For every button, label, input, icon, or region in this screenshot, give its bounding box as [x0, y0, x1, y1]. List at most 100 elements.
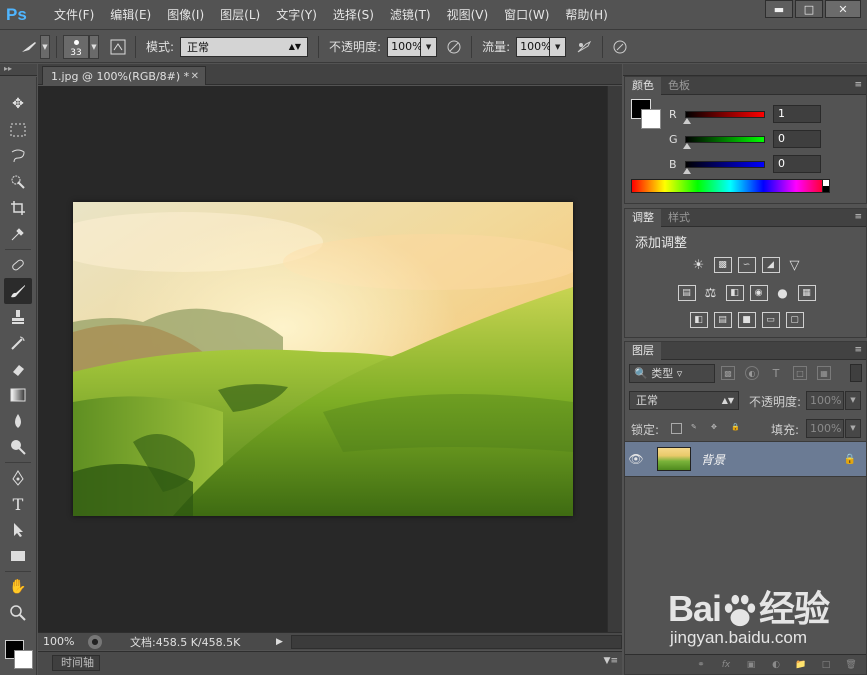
layer-name[interactable]: 背景: [701, 451, 725, 468]
color-balance-icon[interactable]: ⚖: [702, 285, 720, 301]
filter-adjustment-icon[interactable]: ◐: [745, 366, 759, 380]
zoom-level[interactable]: 100%: [38, 635, 88, 648]
blue-slider[interactable]: [683, 160, 765, 174]
menu-layer[interactable]: 图层(L): [212, 0, 268, 30]
filter-pixel-icon[interactable]: ▩: [721, 366, 735, 380]
close-icon[interactable]: ✕: [825, 0, 861, 18]
color-panel-menu-icon[interactable]: ≡: [854, 80, 862, 90]
posterize-icon[interactable]: ▤: [713, 312, 732, 328]
brush-picker-dropdown-icon[interactable]: ▼: [89, 34, 99, 59]
lock-pixels-icon[interactable]: ✎: [691, 423, 702, 434]
path-selection-tool-icon[interactable]: [4, 517, 32, 543]
layer-style-icon[interactable]: fx: [719, 659, 733, 671]
rectangle-tool-icon[interactable]: [4, 543, 32, 569]
eraser-tool-icon[interactable]: [4, 356, 32, 382]
link-layers-icon[interactable]: ⚭: [694, 659, 708, 671]
maximize-icon[interactable]: □: [795, 0, 823, 18]
quick-selection-tool-icon[interactable]: [4, 169, 32, 195]
menu-type[interactable]: 文字(Y): [268, 0, 325, 30]
minimize-icon[interactable]: ▬: [765, 0, 793, 18]
vibrance-icon[interactable]: ▽: [786, 257, 804, 273]
opacity-dropdown-icon[interactable]: ▼: [421, 36, 438, 57]
toolbox-header[interactable]: ▸▸: [0, 64, 37, 76]
horizontal-scrollbar[interactable]: [290, 634, 622, 649]
lock-transparent-icon[interactable]: [671, 423, 682, 434]
fill-field[interactable]: 100%: [806, 419, 844, 438]
close-tab-icon[interactable]: ✕: [191, 71, 199, 82]
layer-row-background[interactable]: 👁 背景 🔒: [625, 441, 866, 477]
document-image[interactable]: [73, 202, 573, 516]
timeline-menu-icon[interactable]: ▼≡: [604, 656, 618, 666]
tab-layers[interactable]: 图层: [625, 342, 661, 360]
history-brush-tool-icon[interactable]: [4, 330, 32, 356]
green-slider-thumb[interactable]: [683, 142, 691, 149]
brush-panel-toggle-icon[interactable]: [107, 36, 129, 58]
background-color-swatch[interactable]: [14, 650, 33, 669]
menu-filter[interactable]: 滤镜(T): [382, 0, 439, 30]
filter-shape-icon[interactable]: □: [793, 366, 807, 380]
tab-adjustments[interactable]: 调整: [625, 209, 661, 227]
curves-icon[interactable]: ∽: [737, 257, 756, 273]
filter-type-icon[interactable]: T: [769, 366, 783, 380]
eyedropper-tool-icon[interactable]: [4, 221, 32, 247]
color-spectrum-bar[interactable]: [631, 179, 830, 193]
channel-mixer-icon[interactable]: ●: [774, 285, 792, 301]
lasso-tool-icon[interactable]: [4, 143, 32, 169]
gradient-tool-icon[interactable]: [4, 382, 32, 408]
layers-panel-menu-icon[interactable]: ≡: [854, 345, 862, 355]
exposure-icon[interactable]: ◢: [761, 257, 780, 273]
status-menu-arrow-icon[interactable]: ▶: [276, 637, 283, 647]
blue-value-field[interactable]: 0: [773, 155, 821, 173]
brush-tool-icon[interactable]: [4, 278, 32, 304]
blue-slider-thumb[interactable]: [683, 167, 691, 174]
layer-filter-select[interactable]: 🔍 类型 ▿: [629, 364, 715, 383]
adjustments-panel-menu-icon[interactable]: ≡: [854, 212, 862, 222]
panel-background-swatch[interactable]: [641, 109, 661, 129]
black-white-icon[interactable]: ◧: [725, 285, 744, 301]
color-lookup-icon[interactable]: ▦: [797, 285, 816, 301]
green-slider[interactable]: [683, 135, 765, 149]
clone-stamp-tool-icon[interactable]: [4, 304, 32, 330]
add-mask-icon[interactable]: ▣: [744, 659, 758, 671]
airbrush-icon[interactable]: [574, 36, 596, 58]
pressure-size-icon[interactable]: [609, 36, 631, 58]
tab-swatches[interactable]: 色板: [661, 77, 697, 95]
menu-file[interactable]: 文件(F): [46, 0, 102, 30]
new-adjustment-layer-icon[interactable]: ◐: [769, 659, 783, 671]
menu-edit[interactable]: 编辑(E): [102, 0, 159, 30]
blend-mode-select[interactable]: 正常 ▲▼: [629, 391, 739, 410]
vertical-scrollbar[interactable]: [607, 86, 622, 632]
pressure-opacity-icon[interactable]: [443, 36, 465, 58]
brush-size-preview[interactable]: 33: [63, 34, 89, 59]
selective-color-icon[interactable]: ▢: [785, 312, 804, 328]
dodge-tool-icon[interactable]: [4, 434, 32, 460]
menu-help[interactable]: 帮助(H): [557, 0, 615, 30]
zoom-tool-icon[interactable]: [4, 600, 32, 626]
black-white-swatch[interactable]: [822, 179, 830, 193]
type-tool-icon[interactable]: T: [4, 491, 32, 517]
document-info-icon[interactable]: ●: [88, 634, 102, 649]
brightness-contrast-icon[interactable]: ☀: [690, 257, 708, 273]
menu-window[interactable]: 窗口(W): [496, 0, 557, 30]
timeline-tab[interactable]: 时间轴: [52, 655, 100, 671]
layer-opacity-dropdown-icon[interactable]: ▼: [845, 391, 861, 410]
right-panel-header[interactable]: [623, 64, 867, 76]
crop-tool-icon[interactable]: [4, 195, 32, 221]
levels-icon[interactable]: ▩: [713, 257, 732, 273]
pen-tool-icon[interactable]: [4, 465, 32, 491]
blur-tool-icon[interactable]: [4, 408, 32, 434]
opacity-field[interactable]: 100%: [387, 36, 423, 57]
healing-brush-tool-icon[interactable]: [4, 252, 32, 278]
brush-tool-preset-icon[interactable]: [18, 36, 40, 58]
threshold-icon[interactable]: ■: [737, 312, 756, 328]
menu-select[interactable]: 选择(S): [325, 0, 382, 30]
tab-color[interactable]: 颜色: [625, 77, 661, 95]
delete-layer-icon[interactable]: 🗑: [844, 659, 858, 671]
new-layer-icon[interactable]: □: [819, 659, 833, 671]
document-tab[interactable]: 1.jpg @ 100%(RGB/8#) * ✕: [42, 66, 206, 85]
red-slider[interactable]: [683, 110, 765, 124]
red-value-field[interactable]: 1: [773, 105, 821, 123]
fill-dropdown-icon[interactable]: ▼: [845, 419, 861, 438]
filter-toggle[interactable]: [850, 364, 862, 382]
lock-position-icon[interactable]: ✥: [711, 423, 722, 434]
